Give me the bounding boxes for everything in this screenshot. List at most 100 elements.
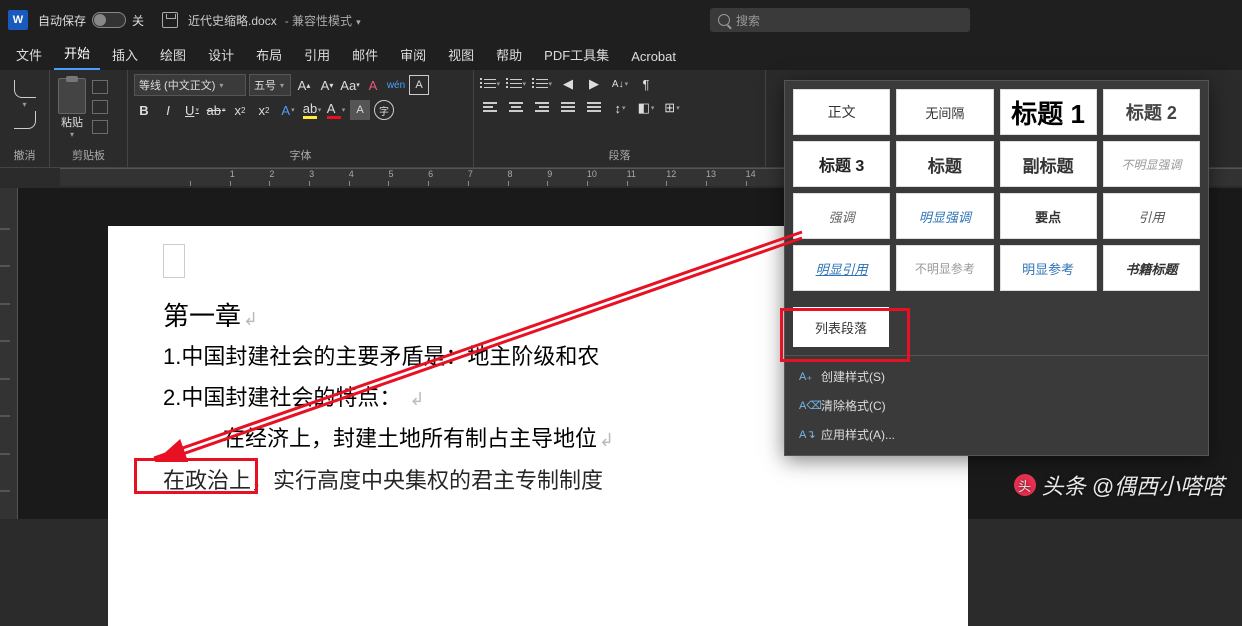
style-strong[interactable]: 要点 xyxy=(1000,193,1097,239)
clear-format-icon[interactable]: A xyxy=(363,75,383,95)
styles-gallery: 正文 无间隔 标题 1 标题 2 标题 3 标题 副标题 不明显强调 强调 明显… xyxy=(784,80,1209,456)
tab-draw[interactable]: 绘图 xyxy=(150,39,196,70)
paste-icon[interactable] xyxy=(58,78,86,114)
char-shading-icon[interactable]: A xyxy=(350,100,370,120)
search-input[interactable]: 搜索 xyxy=(710,8,970,32)
styles-menu: A₊创建样式(S) A⌫清除格式(C) A↴应用样式(A)... xyxy=(785,355,1208,455)
style-heading3[interactable]: 标题 3 xyxy=(793,141,890,187)
tab-home[interactable]: 开始 xyxy=(54,37,100,70)
group-undo: ▾ 撤消 xyxy=(0,70,50,167)
increase-font-icon[interactable]: A▴ xyxy=(294,75,314,95)
plus-icon: A₊ xyxy=(799,370,813,384)
superscript-button[interactable]: x2 xyxy=(254,100,274,120)
clipboard-group-label: 剪贴板 xyxy=(56,147,121,165)
style-quote[interactable]: 引用 xyxy=(1103,193,1200,239)
text-effects-icon[interactable]: A xyxy=(278,100,298,120)
menu-create-style[interactable]: A₊创建样式(S) xyxy=(785,362,1208,391)
style-no-spacing[interactable]: 无间隔 xyxy=(896,89,993,135)
paragraph-group-label: 段落 xyxy=(480,147,759,165)
strike-button[interactable]: ab xyxy=(206,100,226,120)
subscript-button[interactable]: x2 xyxy=(230,100,250,120)
font-color-icon[interactable]: A xyxy=(326,100,346,120)
redo-icon[interactable] xyxy=(14,111,36,129)
tab-insert[interactable]: 插入 xyxy=(102,39,148,70)
search-placeholder: 搜索 xyxy=(736,12,760,29)
enclose-char-icon[interactable]: 字 xyxy=(374,100,394,120)
group-clipboard: 粘贴 ▾ 剪贴板 xyxy=(50,70,128,167)
undo-group-label: 撤消 xyxy=(6,147,43,165)
style-intense-ref[interactable]: 明显参考 xyxy=(1000,245,1097,291)
align-left-icon[interactable] xyxy=(480,98,500,118)
show-marks-icon[interactable]: ¶ xyxy=(636,74,656,94)
highlight-icon[interactable]: ab xyxy=(302,100,322,120)
font-size-combo[interactable]: 五号 xyxy=(249,74,291,96)
style-intense-emphasis[interactable]: 明显强调 xyxy=(896,193,993,239)
style-subtitle[interactable]: 副标题 xyxy=(1000,141,1097,187)
font-group-label: 字体 xyxy=(134,147,467,165)
style-heading2[interactable]: 标题 2 xyxy=(1103,89,1200,135)
undo-icon[interactable] xyxy=(14,80,36,98)
align-right-icon[interactable] xyxy=(532,98,552,118)
scroll-gutter xyxy=(0,210,10,510)
tab-acrobat[interactable]: Acrobat xyxy=(621,43,686,70)
font-name-combo[interactable]: 等线 (中文正文) xyxy=(134,74,246,96)
autosave-state: 关 xyxy=(132,12,144,29)
multilevel-icon[interactable] xyxy=(532,74,552,94)
tab-help[interactable]: 帮助 xyxy=(486,39,532,70)
tab-view[interactable]: 视图 xyxy=(438,39,484,70)
style-list-paragraph[interactable]: 列表段落 xyxy=(793,307,889,347)
tab-layout[interactable]: 布局 xyxy=(246,39,292,70)
tab-pdf[interactable]: PDF工具集 xyxy=(534,39,619,70)
align-justify-icon[interactable] xyxy=(558,98,578,118)
style-subtle-ref[interactable]: 不明显参考 xyxy=(896,245,993,291)
indent-decrease-icon[interactable]: ◀ xyxy=(558,74,578,94)
menu-bar: 文件 开始 插入 绘图 设计 布局 引用 邮件 审阅 视图 帮助 PDF工具集 … xyxy=(0,40,1242,70)
indent-increase-icon[interactable]: ▶ xyxy=(584,74,604,94)
sort-icon[interactable]: A↓ xyxy=(610,74,630,94)
watermark: 头 头条 @偶西小嗒嗒 xyxy=(1014,469,1224,501)
doc-title: 近代史缩略.docx xyxy=(188,12,277,29)
cursor-indicator xyxy=(163,244,185,278)
shading-icon[interactable]: ◧ xyxy=(636,98,656,118)
decrease-font-icon[interactable]: A▾ xyxy=(317,75,337,95)
tab-review[interactable]: 审阅 xyxy=(390,39,436,70)
cut-icon[interactable] xyxy=(92,80,108,94)
change-case-icon[interactable]: Aa▾ xyxy=(340,75,360,95)
underline-button[interactable]: U xyxy=(182,100,202,120)
bold-button[interactable]: B xyxy=(134,100,154,120)
bullets-icon[interactable] xyxy=(480,74,500,94)
compat-mode[interactable]: - 兼容性模式 xyxy=(285,12,361,29)
tab-design[interactable]: 设计 xyxy=(198,39,244,70)
numbering-icon[interactable] xyxy=(506,74,526,94)
style-intense-quote[interactable]: 明显引用 xyxy=(793,245,890,291)
group-font: 等线 (中文正文) 五号 A▴ A▾ Aa▾ A wén A B I U ab … xyxy=(128,70,474,167)
save-icon[interactable] xyxy=(162,12,178,28)
watermark-icon: 头 xyxy=(1014,474,1036,496)
format-painter-icon[interactable] xyxy=(92,120,108,134)
copy-icon[interactable] xyxy=(92,100,108,114)
group-paragraph: ◀ ▶ A↓ ¶ ↕ ◧ ⊞ 段落 xyxy=(474,70,766,167)
menu-apply-style[interactable]: A↴应用样式(A)... xyxy=(785,420,1208,449)
style-heading1[interactable]: 标题 1 xyxy=(1000,89,1097,135)
autosave-toggle[interactable]: 自动保存 关 xyxy=(38,12,144,29)
italic-button[interactable]: I xyxy=(158,100,178,120)
phonetic-icon[interactable]: wén xyxy=(386,75,406,95)
title-bar: W 自动保存 关 近代史缩略.docx - 兼容性模式 搜索 xyxy=(0,0,1242,40)
tab-references[interactable]: 引用 xyxy=(294,39,340,70)
style-subtle-emphasis[interactable]: 不明显强调 xyxy=(1103,141,1200,187)
align-center-icon[interactable] xyxy=(506,98,526,118)
char-border-icon[interactable]: A xyxy=(409,75,429,95)
style-emphasis[interactable]: 强调 xyxy=(793,193,890,239)
menu-clear-format[interactable]: A⌫清除格式(C) xyxy=(785,391,1208,420)
align-distribute-icon[interactable] xyxy=(584,98,604,118)
tab-mailings[interactable]: 邮件 xyxy=(342,39,388,70)
tab-file[interactable]: 文件 xyxy=(6,39,52,70)
style-normal[interactable]: 正文 xyxy=(793,89,890,135)
style-title[interactable]: 标题 xyxy=(896,141,993,187)
doc-line-4[interactable]: 在政治上，实行高度中央集权的君主专制制度 xyxy=(163,463,913,498)
paste-label[interactable]: 粘贴 xyxy=(56,114,88,130)
line-spacing-icon[interactable]: ↕ xyxy=(610,98,630,118)
borders-icon[interactable]: ⊞ xyxy=(662,98,682,118)
toggle-icon[interactable] xyxy=(92,12,126,28)
style-book-title[interactable]: 书籍标题 xyxy=(1103,245,1200,291)
